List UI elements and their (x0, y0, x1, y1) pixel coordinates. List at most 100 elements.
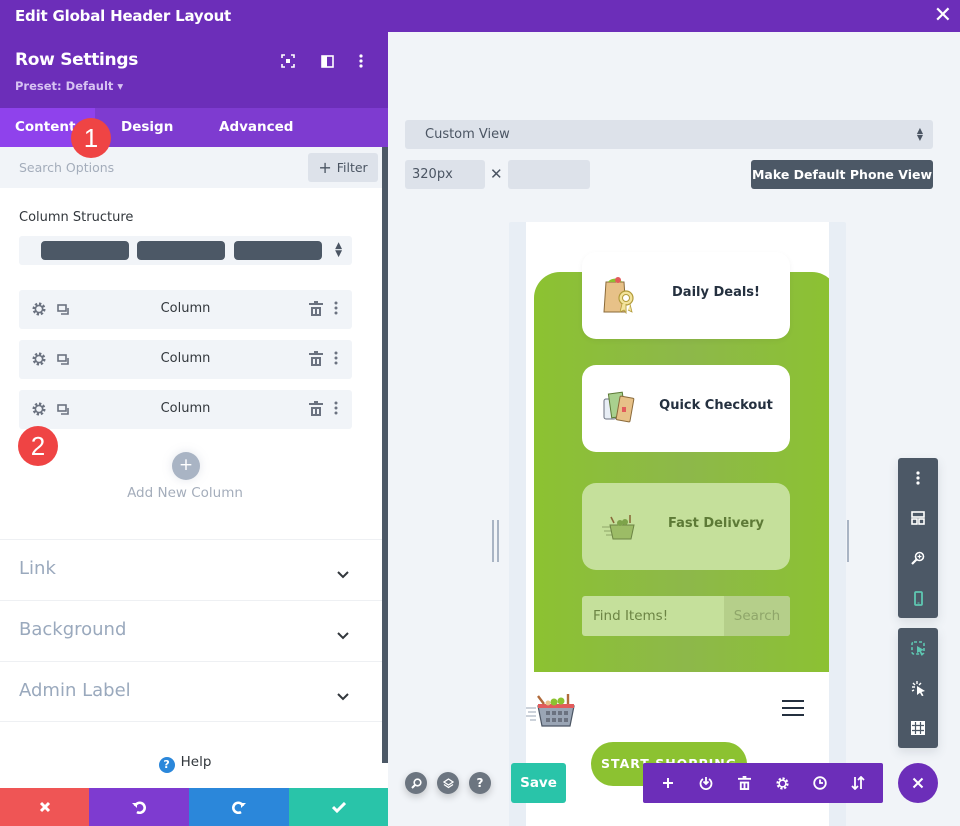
undo-button[interactable] (89, 788, 189, 826)
card-label: Daily Deals! (672, 285, 760, 300)
save-button[interactable]: Save (511, 763, 566, 803)
card-label: Quick Checkout (659, 398, 773, 413)
search-options-input[interactable] (0, 147, 300, 188)
preset-dropdown[interactable]: Preset: Default ▾ (15, 79, 123, 93)
click-icon[interactable] (898, 668, 938, 708)
redo-button[interactable] (189, 788, 289, 826)
check-icon (331, 801, 346, 813)
more-vertical-icon[interactable] (334, 400, 338, 419)
search-options-bar: + Filter (0, 147, 382, 188)
view-mode-select[interactable]: Custom View ▲ ▼ (405, 120, 933, 149)
add-column-button[interactable]: + (172, 452, 200, 480)
help-link[interactable]: ? Help (0, 754, 370, 773)
resize-handle-left[interactable] (492, 520, 499, 562)
more-vertical-icon[interactable] (352, 52, 370, 70)
trash-icon[interactable] (729, 768, 759, 798)
height-input[interactable] (508, 160, 590, 189)
gear-icon[interactable] (767, 768, 797, 798)
discard-button[interactable] (0, 788, 89, 826)
more-vertical-icon[interactable] (898, 458, 938, 498)
select-icon[interactable] (898, 628, 938, 668)
chevron-down-icon (336, 564, 350, 583)
column-row[interactable]: Column (19, 290, 352, 329)
close-builder-button[interactable] (898, 763, 938, 803)
side-toolbar-group-2 (898, 628, 938, 748)
help-label: Help (180, 754, 212, 770)
column-label: Column (160, 401, 211, 416)
more-vertical-icon[interactable] (334, 300, 338, 319)
select-arrows-icon: ▲ ▼ (335, 241, 342, 259)
column-row[interactable]: Column (19, 340, 352, 379)
phone-screen: Daily Deals! Quick Checkout Fast Deliver… (526, 222, 829, 826)
product-search-button[interactable]: Search (724, 596, 790, 636)
phone-preview: Daily Deals! Quick Checkout Fast Deliver… (509, 222, 846, 826)
filter-button[interactable]: + Filter (308, 153, 378, 182)
basket-logo[interactable] (526, 692, 576, 728)
card-label: Fast Delivery (667, 516, 765, 531)
phone-icon[interactable] (898, 578, 938, 618)
column-structure-select[interactable]: ▲ ▼ (19, 236, 352, 265)
search-icon[interactable] (405, 772, 427, 794)
grid-icon[interactable] (898, 708, 938, 748)
side-toolbar-group-1 (898, 458, 938, 618)
select-arrows-icon: ▲ ▼ (916, 126, 923, 142)
trash-icon[interactable] (309, 401, 323, 420)
sort-icon[interactable] (843, 768, 873, 798)
window-title: Edit Global Header Layout (15, 7, 232, 25)
trash-icon[interactable] (309, 301, 323, 320)
help-icon[interactable]: ? (469, 772, 491, 794)
make-default-phone-view-button[interactable]: Make Default Phone View (751, 160, 933, 189)
sidebar-layout-icon[interactable] (318, 52, 336, 70)
accordion-label: Admin Label (19, 680, 131, 701)
close-icon (39, 801, 50, 813)
undo-icon (132, 801, 146, 814)
more-vertical-icon[interactable] (334, 350, 338, 369)
product-search-input[interactable] (582, 596, 724, 636)
panel-title: Row Settings (15, 50, 139, 70)
column-block (234, 241, 322, 260)
chevron-down-icon (336, 686, 350, 705)
payment-cards-icon (603, 391, 635, 423)
width-input[interactable] (405, 160, 485, 189)
column-block (41, 241, 129, 260)
add-column-label[interactable]: Add New Column (0, 485, 370, 501)
portability-icon[interactable] (691, 768, 721, 798)
trash-icon[interactable] (309, 351, 323, 370)
help-icon: ? (158, 757, 175, 773)
history-icon[interactable] (805, 768, 835, 798)
accordion-admin-label[interactable]: Admin Label (0, 661, 382, 722)
tab-advanced[interactable]: Advanced (219, 108, 293, 147)
expand-icon[interactable] (279, 52, 297, 70)
panel-footer (0, 788, 388, 826)
product-search: Search (582, 596, 790, 636)
save-settings-button[interactable] (289, 788, 388, 826)
annotation-badge-2: 2 (18, 426, 58, 466)
row-toolbar (643, 763, 883, 803)
accordion-label: Background (19, 619, 127, 640)
times-icon: ✕ (490, 165, 503, 183)
accordion-link[interactable]: Link (0, 539, 382, 600)
plus-icon: + (318, 157, 332, 177)
preview-area: Custom View ▲▼ ✕ Make Default Phone View… (388, 32, 960, 826)
column-structure-label: Column Structure (19, 210, 134, 225)
column-row[interactable]: Column (19, 390, 352, 429)
close-icon[interactable]: ✕ (934, 3, 952, 29)
accordion-label: Link (19, 558, 56, 579)
column-label: Column (160, 301, 211, 316)
zoom-icon[interactable] (898, 538, 938, 578)
column-block (137, 241, 225, 260)
feature-card[interactable]: Daily Deals! (582, 252, 790, 339)
fast-basket-icon (602, 515, 635, 540)
accordion-background[interactable]: Background (0, 600, 382, 661)
hamburger-menu-icon[interactable] (782, 700, 804, 721)
layout-icon[interactable] (898, 498, 938, 538)
redo-icon (232, 801, 246, 814)
feature-card[interactable]: Fast Delivery (582, 483, 790, 570)
layers-icon[interactable] (437, 772, 459, 794)
settings-tabs: Content Design Advanced (0, 108, 388, 147)
close-icon (912, 777, 924, 789)
filter-label: Filter (336, 160, 368, 175)
feature-card[interactable]: Quick Checkout (582, 365, 790, 452)
add-icon[interactable] (653, 768, 683, 798)
tab-design[interactable]: Design (121, 108, 173, 147)
